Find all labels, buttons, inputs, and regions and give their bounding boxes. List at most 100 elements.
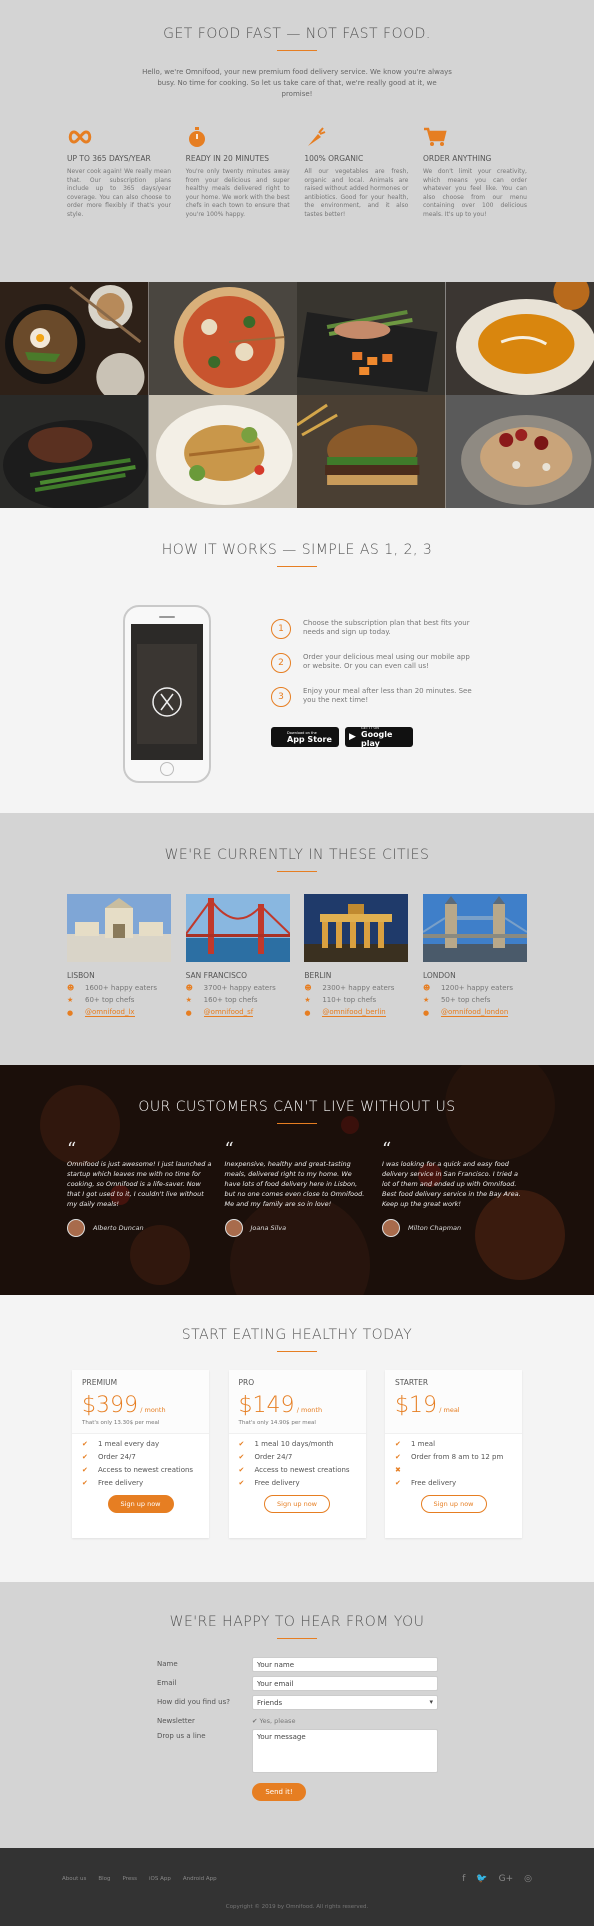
cart-icon xyxy=(423,126,527,148)
app-store-badge[interactable]: Download on the App Store xyxy=(271,727,339,747)
title-divider xyxy=(277,1123,317,1124)
twitter-icon: ● xyxy=(185,1008,192,1017)
meals-gallery xyxy=(0,282,594,508)
cities-title: We're currently in these cities xyxy=(164,847,430,863)
plan-feature: ✔ Order 24/7 xyxy=(239,1453,356,1461)
footer-link-press[interactable]: Press xyxy=(123,1876,137,1882)
message-label: Drop us a line xyxy=(157,1732,206,1740)
testimonials-title: Our customers can't live without us xyxy=(138,1099,456,1115)
plan-feature-text: Free delivery xyxy=(254,1479,300,1487)
sign-up-button[interactable]: Sign up now xyxy=(264,1495,330,1513)
asparagus-sweet-potato-photo[interactable] xyxy=(297,282,446,395)
burger-photo[interactable] xyxy=(297,395,446,508)
play-icon: ▶ xyxy=(349,732,356,742)
twitter-row: ● @omnifood_lx xyxy=(67,1008,171,1017)
twitter-row: ● @omnifood_berlin xyxy=(304,1008,408,1017)
sign-up-button[interactable]: Sign up now xyxy=(420,1495,487,1513)
twitter-icon[interactable]: 🐦 xyxy=(476,1874,487,1884)
twitter-link[interactable]: @omnifood_berlin xyxy=(322,1008,386,1017)
google-play-badge[interactable]: ▶ GET IT ON Google play xyxy=(345,726,413,748)
sign-up-button[interactable]: Sign up now xyxy=(107,1495,174,1513)
email-input[interactable]: Your email xyxy=(252,1676,438,1691)
name-label: Name xyxy=(157,1660,178,1668)
facebook-icon[interactable]: f xyxy=(462,1874,465,1884)
title-divider xyxy=(277,871,317,872)
footer-link-about[interactable]: About us xyxy=(62,1876,86,1882)
check-icon: ✔ xyxy=(238,1466,245,1474)
eaters-count: 1200+ happy eaters xyxy=(440,984,514,992)
plan-name: Premium xyxy=(82,1378,118,1387)
city-card: London ☻ 1200+ happy eaters ★ 50+ top chef… xyxy=(422,894,527,1017)
twitter-icon: ● xyxy=(304,1008,311,1017)
city-name: Berlin xyxy=(304,971,332,980)
plan-feature-text: Access to newest creations xyxy=(98,1466,194,1474)
plan-feature-text: Access to newest creations xyxy=(254,1466,350,1474)
step-number: 1 xyxy=(271,619,291,639)
feature-text: Never cook again! We really mean that. O… xyxy=(67,168,171,218)
phone-speaker xyxy=(159,616,175,618)
plan-name: Starter xyxy=(395,1378,429,1387)
google-plus-icon[interactable]: G+ xyxy=(499,1874,514,1884)
check-icon: ✔ xyxy=(395,1479,401,1487)
feature-item: Order anything We don't limit your creat… xyxy=(423,126,527,219)
send-button[interactable]: Send it! xyxy=(252,1783,306,1801)
step-text: Enjoy your meal after less than 20 minut… xyxy=(303,687,472,704)
check-icon: ✔ xyxy=(395,1453,401,1461)
plan-feature-text: Order 24/7 xyxy=(98,1453,136,1461)
person-icon: ☻ xyxy=(185,984,193,992)
plans-title: Start eating healthy today xyxy=(181,1327,413,1343)
footer-link-blog[interactable]: Blog xyxy=(98,1876,110,1882)
check-icon: ✔ xyxy=(82,1479,88,1487)
footer: About us Blog Press iOS App Android App … xyxy=(0,1848,594,1926)
newsletter-checkbox[interactable]: ✔ Yes, please xyxy=(252,1714,295,1725)
twitter-link[interactable]: @omnifood_lx xyxy=(85,1008,135,1017)
steak-green-beans-photo[interactable] xyxy=(0,395,149,508)
step-item: 2 Order your delicious meal using our mo… xyxy=(271,653,478,673)
find-us-select[interactable]: Friends xyxy=(252,1695,438,1710)
plan-unit: / month xyxy=(140,1406,166,1414)
copyright: Copyright © 2019 by Omnifood. All rights… xyxy=(225,1904,369,1910)
plan-feature: ✖ xyxy=(395,1466,512,1474)
chefs-row: ★ 110+ top chefs xyxy=(304,996,408,1004)
chicken-salad-photo[interactable] xyxy=(148,395,297,508)
features-title: GET FOOD FAST — NOT FAST FOOD. xyxy=(163,26,431,42)
message-textarea[interactable]: Your message xyxy=(252,1729,438,1773)
pumpkin-soup-photo[interactable] xyxy=(445,282,594,395)
plan-feature: ✔ Free delivery xyxy=(239,1479,356,1487)
check-icon: ✔ xyxy=(395,1440,401,1448)
twitter-link[interactable]: @omnifood_london xyxy=(440,1008,509,1017)
footer-link-android[interactable]: Android App xyxy=(183,1876,217,1882)
carrot-icon xyxy=(304,126,408,148)
eaters-row: ☻ 3700+ happy eaters xyxy=(186,984,290,992)
step-number: 2 xyxy=(271,653,291,673)
phone-home-button xyxy=(160,762,174,776)
eaters-row: ☻ 2300+ happy eaters xyxy=(304,984,408,992)
contact-form: Name Your name Email Your email How did yo… xyxy=(157,1657,457,1801)
plan-name: Pro xyxy=(238,1378,255,1387)
lisbon-photo xyxy=(67,894,171,962)
footer-link-ios[interactable]: iOS App xyxy=(149,1876,171,1882)
name-input[interactable]: Your name xyxy=(252,1657,438,1672)
features-section: GET FOOD FAST — NOT FAST FOOD. Hello, we… xyxy=(0,0,594,282)
twitter-link[interactable]: @omnifood_sf xyxy=(203,1008,254,1017)
pizza-photo[interactable] xyxy=(148,282,297,395)
bibimbap-photo[interactable] xyxy=(0,282,149,395)
chefs-row: ★ 160+ top chefs xyxy=(186,996,290,1004)
cross-icon: ✖ xyxy=(395,1466,401,1474)
testimonials-section: Our customers can't live without us “ Om… xyxy=(0,1065,594,1295)
city-card: Lisbon ☻ 1600+ happy eaters ★ 60+ top chef… xyxy=(67,894,171,1017)
granola-berries-photo[interactable] xyxy=(445,395,594,508)
chefs-count: 50+ top chefs xyxy=(440,996,491,1004)
plan-feature: ✔ Access to newest creations xyxy=(239,1466,356,1474)
plan-feature-text: 1 meal every day xyxy=(98,1440,160,1448)
plan-card-pro: Pro $149 / month That's only 14.90$ per … xyxy=(228,1370,366,1538)
chefs-count: 160+ top chefs xyxy=(203,996,258,1004)
person-icon: ☻ xyxy=(304,984,312,992)
instagram-icon[interactable]: ◎ xyxy=(524,1874,532,1884)
customer-name: Joana Silva xyxy=(250,1224,287,1232)
footer-nav: About us Blog Press iOS App Android App xyxy=(62,1876,217,1882)
step-text: Order your delicious meal using our mobi… xyxy=(303,653,470,670)
star-icon: ★ xyxy=(67,996,74,1004)
social-links: f 🐦 G+ ◎ xyxy=(462,1874,532,1884)
twitter-icon: ● xyxy=(67,1008,74,1017)
